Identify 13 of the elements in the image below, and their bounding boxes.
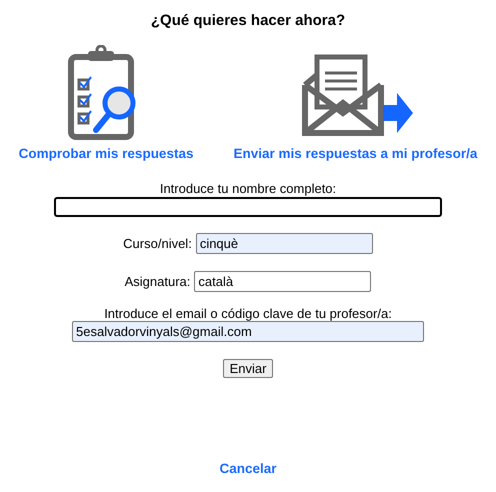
field-label: Asignatura: bbox=[124, 274, 190, 289]
page-title: ¿Qué quieres hacer ahora? bbox=[150, 12, 346, 29]
option-link[interactable]: Comprobar mis respuestas bbox=[18, 146, 194, 161]
field-label: Curso/nivel: bbox=[123, 236, 192, 251]
email-input-field[interactable]: 5esalvadorvinyals@gmail.com bbox=[72, 321, 424, 342]
name-input-field[interactable] bbox=[54, 197, 442, 217]
cancel-link[interactable]: Cancelar bbox=[219, 461, 277, 476]
field-label: Introduce el email o código clave de tu profesor/a: bbox=[104, 306, 392, 321]
option-link[interactable]: Enviar mis respuestas a mi profesor/a bbox=[233, 146, 478, 161]
send-button[interactable]: Enviar bbox=[222, 359, 274, 378]
text-input-field[interactable]: cinquè bbox=[196, 233, 373, 254]
text-input-field[interactable]: català bbox=[194, 271, 372, 292]
field-label: Introduce tu nombre completo: bbox=[160, 181, 336, 196]
